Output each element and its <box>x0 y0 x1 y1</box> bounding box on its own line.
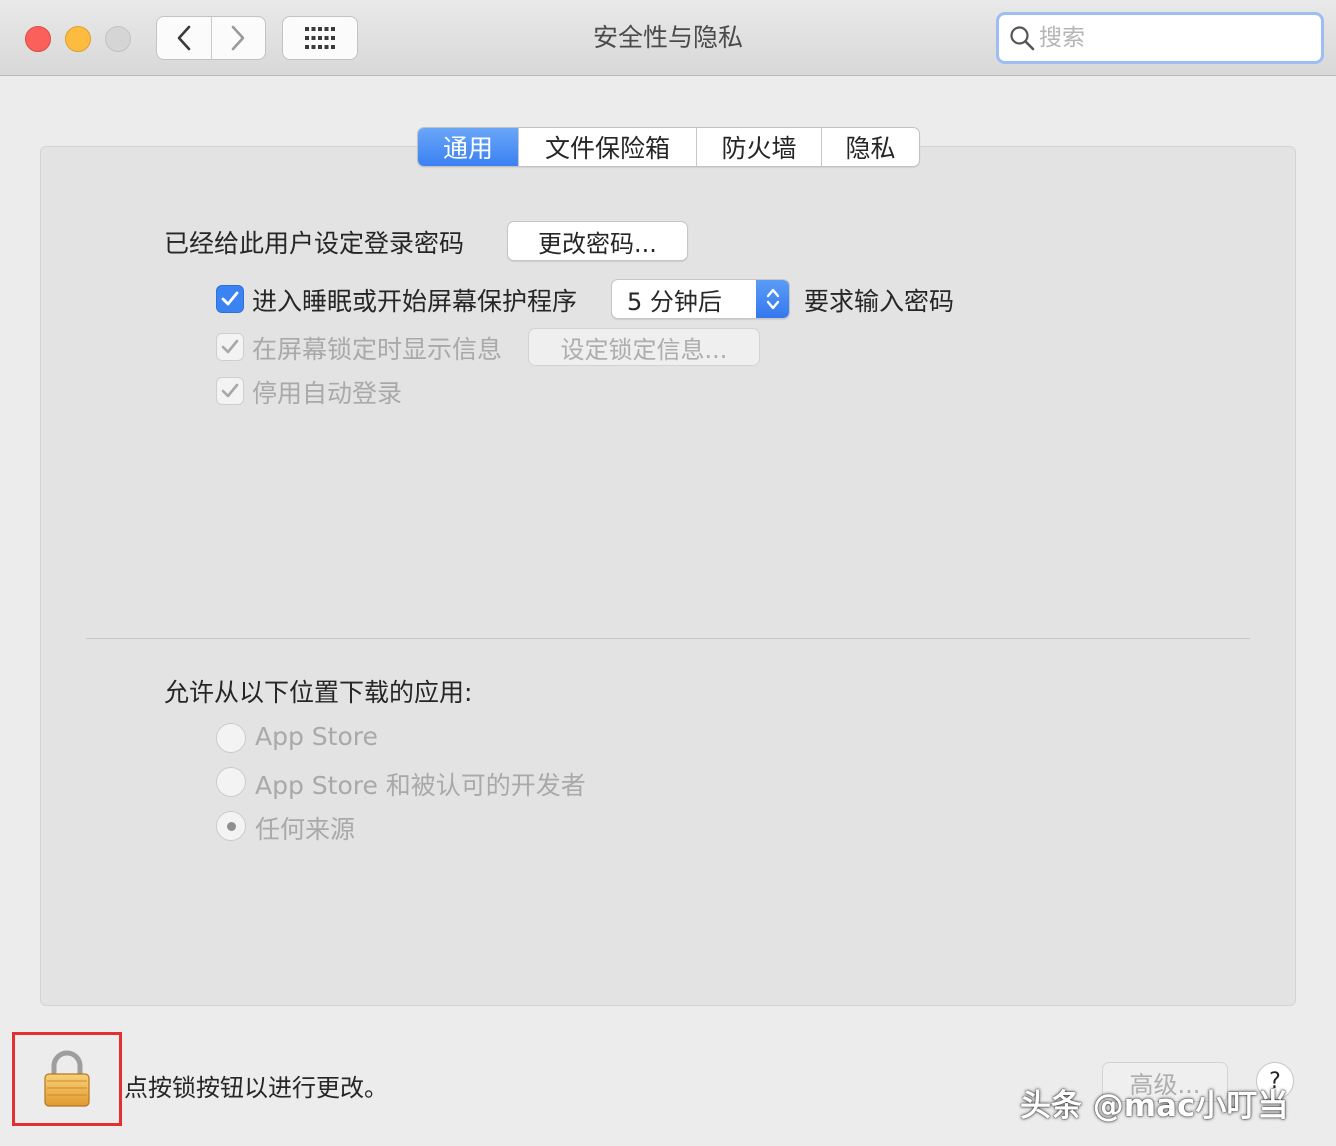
show-all-button[interactable] <box>282 16 358 60</box>
tab-bar: 通用 文件保险箱 防火墙 隐私 <box>417 127 920 167</box>
radio-app-store[interactable] <box>216 723 246 753</box>
grid-icon <box>305 27 335 49</box>
tab-general[interactable]: 通用 <box>418 128 518 166</box>
radio-app-store-label: App Store <box>255 722 378 751</box>
lock-hint-text: 点按锁按钮以进行更改。 <box>124 1074 388 1102</box>
checkmark-icon <box>221 383 239 398</box>
set-lock-message-button[interactable]: 设定锁定信息... <box>528 328 760 366</box>
search-field[interactable] <box>996 12 1324 64</box>
show-message-label: 在屏幕锁定时显示信息 <box>252 335 503 364</box>
navigation-buttons <box>156 16 266 60</box>
close-window-button[interactable] <box>25 26 51 52</box>
chevron-right-icon <box>231 25 245 51</box>
checkmark-icon <box>221 339 239 354</box>
allow-apps-label: 允许从以下位置下载的应用: <box>164 678 473 707</box>
radio-selected-dot <box>226 821 236 831</box>
minimize-window-button[interactable] <box>65 26 91 52</box>
radio-app-store-identified-label: App Store 和被认可的开发者 <box>255 771 586 800</box>
require-password-label: 进入睡眠或开始屏幕保护程序 <box>252 287 578 316</box>
show-message-checkbox[interactable] <box>216 333 244 361</box>
general-panel <box>40 146 1296 1006</box>
forward-button[interactable] <box>210 17 266 59</box>
stepper-arrows-icon <box>756 280 789 318</box>
lock-button[interactable] <box>12 1032 122 1126</box>
title-bar: 安全性与隐私 <box>0 0 1336 76</box>
zoom-window-button[interactable] <box>105 26 131 52</box>
require-password-suffix: 要求输入密码 <box>804 287 955 316</box>
checkmark-icon <box>221 291 239 306</box>
watermark-text: 头条 @mac小叮当 <box>1020 1088 1289 1124</box>
change-password-button[interactable]: 更改密码... <box>507 221 688 261</box>
lock-icon <box>44 1050 90 1107</box>
password-delay-select[interactable]: 5 分钟后 <box>611 279 790 319</box>
radio-anywhere[interactable] <box>216 811 246 841</box>
tab-privacy[interactable]: 隐私 <box>821 128 919 166</box>
chevron-left-icon <box>177 25 191 51</box>
disable-autologin-label: 停用自动登录 <box>252 379 403 408</box>
tab-filevault[interactable]: 文件保险箱 <box>518 128 696 166</box>
section-divider <box>86 638 1250 639</box>
radio-app-store-identified[interactable] <box>216 767 246 797</box>
tab-firewall[interactable]: 防火墙 <box>696 128 821 166</box>
require-password-checkbox[interactable] <box>216 285 244 313</box>
back-button[interactable] <box>157 17 211 59</box>
password-delay-value: 5 分钟后 <box>627 287 722 316</box>
disable-autologin-checkbox[interactable] <box>216 377 244 405</box>
radio-anywhere-label: 任何来源 <box>255 815 356 844</box>
password-set-label: 已经给此用户设定登录密码 <box>164 229 465 258</box>
search-input[interactable] <box>1039 25 1309 51</box>
search-icon <box>1010 26 1035 51</box>
